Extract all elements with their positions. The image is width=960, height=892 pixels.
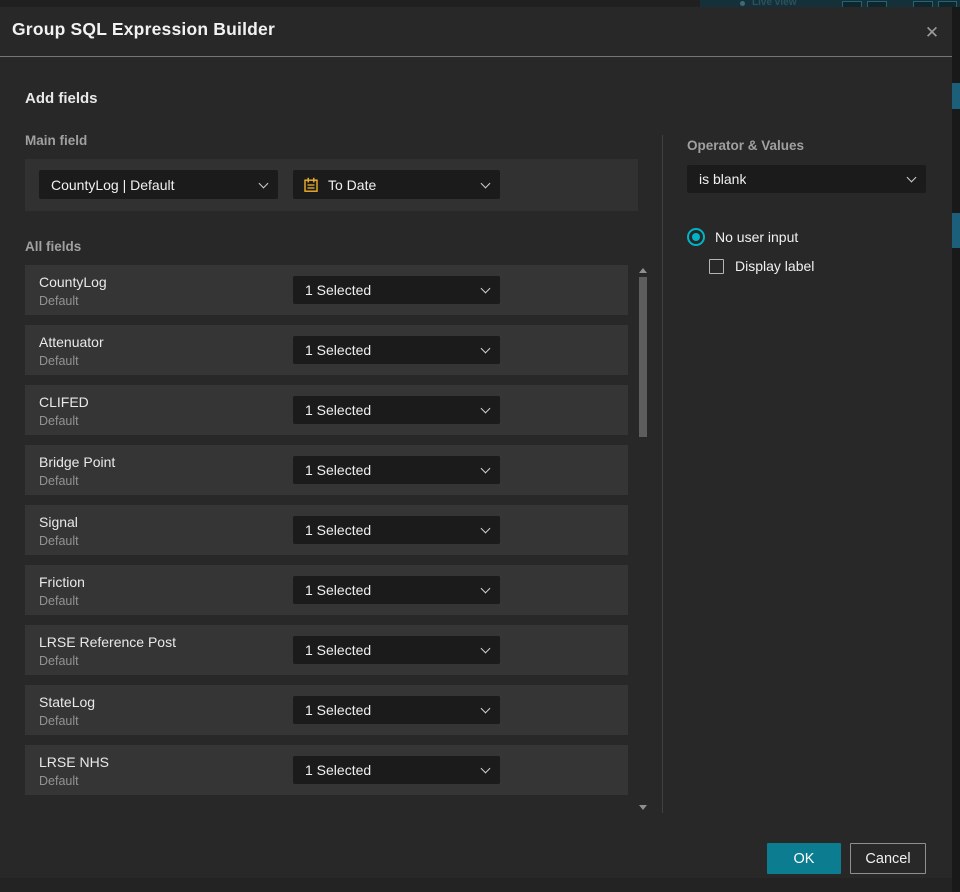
- field-row-signal: Signal Default 1 Selected: [25, 505, 628, 555]
- cancel-button[interactable]: Cancel: [850, 843, 926, 874]
- field-selection-dropdown[interactable]: 1 Selected: [293, 696, 500, 724]
- field-row-friction: Friction Default 1 Selected: [25, 565, 628, 615]
- operator-select[interactable]: is blank: [687, 165, 926, 193]
- fields-list-scrollbar[interactable]: [636, 265, 650, 815]
- title-divider: [0, 56, 952, 57]
- field-type: Default: [39, 654, 79, 668]
- dialog-footer-shade: [0, 878, 952, 892]
- display-label-label: Display label: [735, 258, 815, 274]
- all-fields-label: All fields: [25, 239, 82, 254]
- field-selection-value: 1 Selected: [305, 642, 372, 658]
- field-selection-value: 1 Selected: [305, 402, 372, 418]
- field-selection-value: 1 Selected: [305, 342, 372, 358]
- no-user-input-label: No user input: [715, 229, 799, 245]
- field-name: StateLog: [39, 694, 96, 710]
- chevron-down-icon: [480, 343, 491, 354]
- field-name: Friction: [39, 574, 85, 590]
- field-row-clifed: CLIFED Default 1 Selected: [25, 385, 628, 435]
- screen: Live view Group SQL Expression Builder ✕…: [0, 0, 960, 892]
- field-selection-value: 1 Selected: [305, 522, 372, 538]
- add-fields-heading: Add fields: [25, 90, 98, 107]
- field-row-lrse-reference-post: LRSE Reference Post Default 1 Selected: [25, 625, 628, 675]
- chevron-down-icon: [480, 463, 491, 474]
- no-user-input-radio[interactable]: No user input: [687, 228, 798, 246]
- chevron-down-icon: [480, 403, 491, 414]
- background-app-highlight: [952, 83, 960, 109]
- calendar-icon: [304, 177, 318, 192]
- field-row-attenuator: Attenuator Default 1 Selected: [25, 325, 628, 375]
- main-field-attribute-select[interactable]: To Date: [293, 170, 500, 199]
- panel-divider: [662, 135, 663, 813]
- dialog-title: Group SQL Expression Builder: [12, 19, 275, 39]
- scroll-up-icon[interactable]: [639, 268, 647, 273]
- main-field-select[interactable]: CountyLog | Default: [39, 170, 278, 199]
- field-selection-dropdown[interactable]: 1 Selected: [293, 396, 500, 424]
- field-name: LRSE NHS: [39, 754, 110, 770]
- field-type: Default: [39, 354, 79, 368]
- background-app-highlight: [952, 213, 960, 248]
- background-app-header: Live view: [0, 0, 960, 7]
- field-row-countylog: CountyLog Default 1 Selected: [25, 265, 628, 315]
- field-selection-value: 1 Selected: [305, 462, 372, 478]
- checkbox-unchecked-icon[interactable]: [709, 258, 724, 274]
- scroll-down-icon[interactable]: [639, 805, 647, 810]
- field-type: Default: [39, 594, 79, 608]
- field-name: CountyLog: [39, 274, 107, 290]
- field-type: Default: [39, 414, 79, 428]
- field-selection-value: 1 Selected: [305, 282, 372, 298]
- operator-select-value: is blank: [699, 171, 747, 187]
- field-name: Bridge Point: [39, 454, 116, 470]
- field-selection-value: 1 Selected: [305, 762, 372, 778]
- field-selection-value: 1 Selected: [305, 702, 372, 718]
- scrollbar-thumb[interactable]: [639, 277, 647, 437]
- display-label-checkbox[interactable]: Display label: [709, 258, 814, 274]
- close-icon[interactable]: ✕: [915, 18, 949, 48]
- main-field-select-value: CountyLog | Default: [51, 176, 175, 193]
- field-selection-dropdown[interactable]: 1 Selected: [293, 456, 500, 484]
- field-selection-dropdown[interactable]: 1 Selected: [293, 636, 500, 664]
- group-sql-expression-builder-dialog: Group SQL Expression Builder ✕ Add field…: [0, 7, 952, 878]
- field-selection-value: 1 Selected: [305, 582, 372, 598]
- field-selection-dropdown[interactable]: 1 Selected: [293, 516, 500, 544]
- chevron-down-icon: [480, 283, 491, 294]
- field-row-statelog: StateLog Default 1 Selected: [25, 685, 628, 735]
- field-name: LRSE Reference Post: [39, 634, 176, 650]
- chevron-down-icon: [480, 178, 491, 188]
- field-row-lrse-nhs: LRSE NHS Default 1 Selected: [25, 745, 628, 795]
- field-selection-dropdown[interactable]: 1 Selected: [293, 576, 500, 604]
- operator-values-label: Operator & Values: [687, 138, 805, 153]
- live-view-button[interactable]: Live view: [752, 0, 796, 7]
- main-field-panel: CountyLog | Default To Date: [25, 159, 638, 211]
- field-name: Signal: [39, 514, 78, 530]
- chevron-down-icon: [480, 703, 491, 714]
- field-selection-dropdown[interactable]: 1 Selected: [293, 336, 500, 364]
- field-selection-dropdown[interactable]: 1 Selected: [293, 756, 500, 784]
- field-type: Default: [39, 294, 79, 308]
- background-app-header-panel: Live view: [700, 0, 960, 7]
- field-name: Attenuator: [39, 334, 104, 350]
- main-field-attribute-value: To Date: [328, 176, 377, 193]
- field-type: Default: [39, 774, 79, 788]
- ok-button[interactable]: OK: [767, 843, 841, 874]
- main-field-label: Main field: [25, 133, 88, 148]
- field-type: Default: [39, 714, 79, 728]
- chevron-down-icon: [258, 178, 269, 188]
- chevron-down-icon: [906, 172, 917, 183]
- radio-selected-icon[interactable]: [687, 228, 705, 246]
- chevron-down-icon: [480, 523, 491, 534]
- chevron-down-icon: [480, 583, 491, 594]
- field-selection-dropdown[interactable]: 1 Selected: [293, 276, 500, 304]
- field-type: Default: [39, 474, 79, 488]
- field-name: CLIFED: [39, 394, 89, 410]
- chevron-down-icon: [480, 763, 491, 774]
- background-app-edge: [952, 7, 960, 892]
- field-row-bridge-point: Bridge Point Default 1 Selected: [25, 445, 628, 495]
- field-type: Default: [39, 534, 79, 548]
- live-view-status-dot-icon: [740, 1, 745, 6]
- chevron-down-icon: [480, 643, 491, 654]
